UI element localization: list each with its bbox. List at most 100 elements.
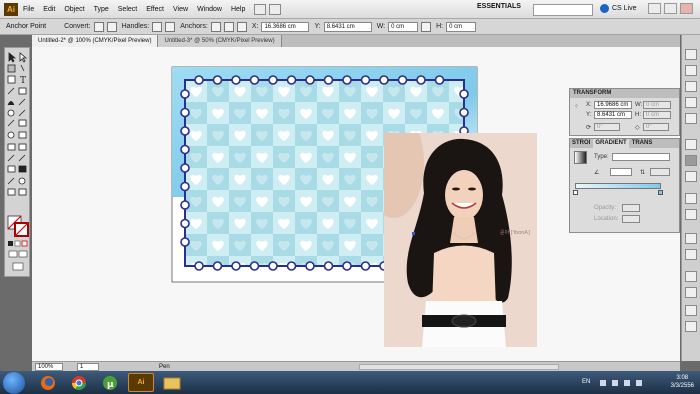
h-field[interactable]: 0 cm	[446, 21, 477, 32]
handles-icon[interactable]	[152, 21, 163, 32]
gradient-stop-left[interactable]	[573, 190, 578, 195]
align-panel-icon[interactable]	[685, 233, 697, 244]
clock[interactable]: 3:08 3/3/2556	[671, 374, 694, 390]
convert-corner-icon[interactable]	[93, 21, 104, 32]
graphic-styles-icon[interactable]	[685, 113, 697, 124]
appearance-icon[interactable]	[685, 193, 697, 204]
gradient-angle-field[interactable]	[610, 168, 632, 176]
arrange-documents-icon[interactable]	[269, 3, 282, 15]
location-field[interactable]	[622, 215, 640, 223]
transform-x-field[interactable]: 16.9686 cm	[594, 101, 632, 109]
gradient-thumbnail[interactable]	[574, 151, 587, 164]
stamp-scallop	[360, 75, 371, 85]
menu-file[interactable]: File	[23, 6, 34, 13]
illustrator-taskbar-icon[interactable]: Ai	[128, 373, 154, 392]
transform-y-field[interactable]: 8.6431 cm	[594, 111, 632, 119]
document-info-icon[interactable]	[685, 321, 697, 332]
opacity-field[interactable]	[622, 204, 640, 212]
handles-label: Handles:	[121, 23, 150, 30]
symbols-icon[interactable]	[685, 97, 697, 108]
workspace-switcher[interactable]: ESSENTIALS	[477, 3, 521, 10]
cs-live-icon	[600, 4, 609, 13]
convert-smooth-icon[interactable]	[106, 21, 117, 32]
anchors-icon[interactable]	[210, 21, 221, 32]
maximize-button[interactable]	[664, 3, 677, 14]
stamp-scallop	[323, 261, 334, 271]
y-label: Y:	[314, 23, 321, 30]
swatches-icon[interactable]	[685, 65, 697, 76]
gradient-icon[interactable]	[685, 155, 697, 166]
horizontal-scrollbar[interactable]	[359, 363, 559, 370]
convert-label: Convert:	[64, 23, 91, 30]
shear-field[interactable]: 0°	[643, 123, 669, 131]
transform-w-field[interactable]: 0 cm	[643, 101, 671, 109]
menu-effect[interactable]: Effect	[146, 6, 164, 13]
illustrator-logo: Ai	[4, 2, 18, 16]
tab-gradient[interactable]: GRADIENT	[593, 139, 629, 148]
minimize-button[interactable]	[648, 3, 661, 14]
gradient-type-select[interactable]	[612, 153, 670, 161]
pathfinder-icon[interactable]	[685, 249, 697, 260]
brushes-icon[interactable]	[685, 81, 697, 92]
menu-view[interactable]: View	[173, 6, 188, 13]
stamp-scallop	[342, 75, 352, 85]
menu-object[interactable]: Object	[64, 6, 84, 13]
navigator-icon[interactable]	[685, 287, 697, 298]
page-field[interactable]: 1	[77, 362, 99, 371]
w-field[interactable]: 0 cm	[388, 21, 419, 32]
rotate-icon: ⟳	[586, 125, 592, 131]
stamp-scallop	[180, 89, 190, 99]
tab-untitled-2[interactable]: Untitled-2* @ 100% (CMYK/Pixel Preview)	[32, 35, 159, 47]
network-icon[interactable]	[624, 380, 630, 386]
stamp-scallop	[249, 261, 260, 271]
reference-point-icon[interactable]: ⁘	[574, 103, 579, 110]
zoom-field[interactable]: 100%	[35, 362, 63, 371]
stamp-scallop	[459, 107, 469, 118]
current-tool-label: Pen	[159, 363, 170, 370]
start-button[interactable]	[3, 371, 25, 394]
menu-type[interactable]: Type	[94, 6, 109, 13]
align-icon[interactable]	[236, 21, 247, 32]
search-input[interactable]	[533, 4, 593, 16]
gradient-slider[interactable]	[575, 183, 661, 189]
rotate-field[interactable]: 0°	[594, 123, 620, 131]
anchor-point[interactable]	[412, 232, 415, 235]
explorer-icon[interactable]	[159, 373, 185, 392]
tab-untitled-3[interactable]: Untitled-3* @ 50% (CMYK/Pixel Preview)	[158, 35, 282, 47]
x-field[interactable]: 16.3686 cm	[261, 21, 310, 32]
link-icon[interactable]	[421, 21, 432, 32]
bridge-icon[interactable]	[254, 3, 267, 15]
tray-icon-2[interactable]	[612, 380, 618, 386]
gradient-stop-right[interactable]	[658, 190, 663, 195]
y-field[interactable]: 8.6431 cm	[323, 21, 372, 32]
cs-live-button[interactable]: CS Live	[600, 4, 637, 13]
chrome-icon[interactable]	[66, 373, 92, 392]
transform-w-label: W:	[635, 102, 643, 108]
transparency-icon[interactable]	[685, 171, 697, 182]
artboards-icon[interactable]	[685, 271, 697, 282]
menu-help[interactable]: Help	[231, 6, 245, 13]
close-button[interactable]	[680, 3, 693, 14]
transform-panel: TRANSFORM ⁘ X: 16.9686 cm Y: 8.6431 cm W…	[569, 88, 680, 136]
menu-window[interactable]: Window	[197, 6, 222, 13]
photo[interactable]: 윤아 [YoonA]	[384, 133, 537, 347]
volume-icon[interactable]	[636, 380, 642, 386]
utorrent-icon[interactable]: µ	[97, 373, 123, 392]
layers-icon[interactable]	[685, 209, 697, 220]
handles-icon-2[interactable]	[165, 21, 176, 32]
info-icon[interactable]	[685, 305, 697, 316]
transform-h-field[interactable]: 0 cm	[643, 111, 671, 119]
menu-select[interactable]: Select	[118, 6, 137, 13]
color-guide-icon[interactable]	[685, 49, 697, 60]
stroke-icon[interactable]	[685, 139, 697, 150]
tab-transparency[interactable]: TRANS	[632, 139, 653, 148]
tab-stroke[interactable]: STROI	[572, 139, 590, 148]
tray-icon-1[interactable]	[600, 380, 606, 386]
language-indicator[interactable]: EN	[582, 379, 590, 385]
photo-girl	[384, 133, 537, 347]
aspect-ratio-field[interactable]	[650, 168, 670, 176]
firefox-icon[interactable]	[35, 373, 61, 392]
stamp-scallop	[416, 75, 426, 85]
menu-edit[interactable]: Edit	[43, 6, 55, 13]
anchors-icon-2[interactable]	[223, 21, 234, 32]
